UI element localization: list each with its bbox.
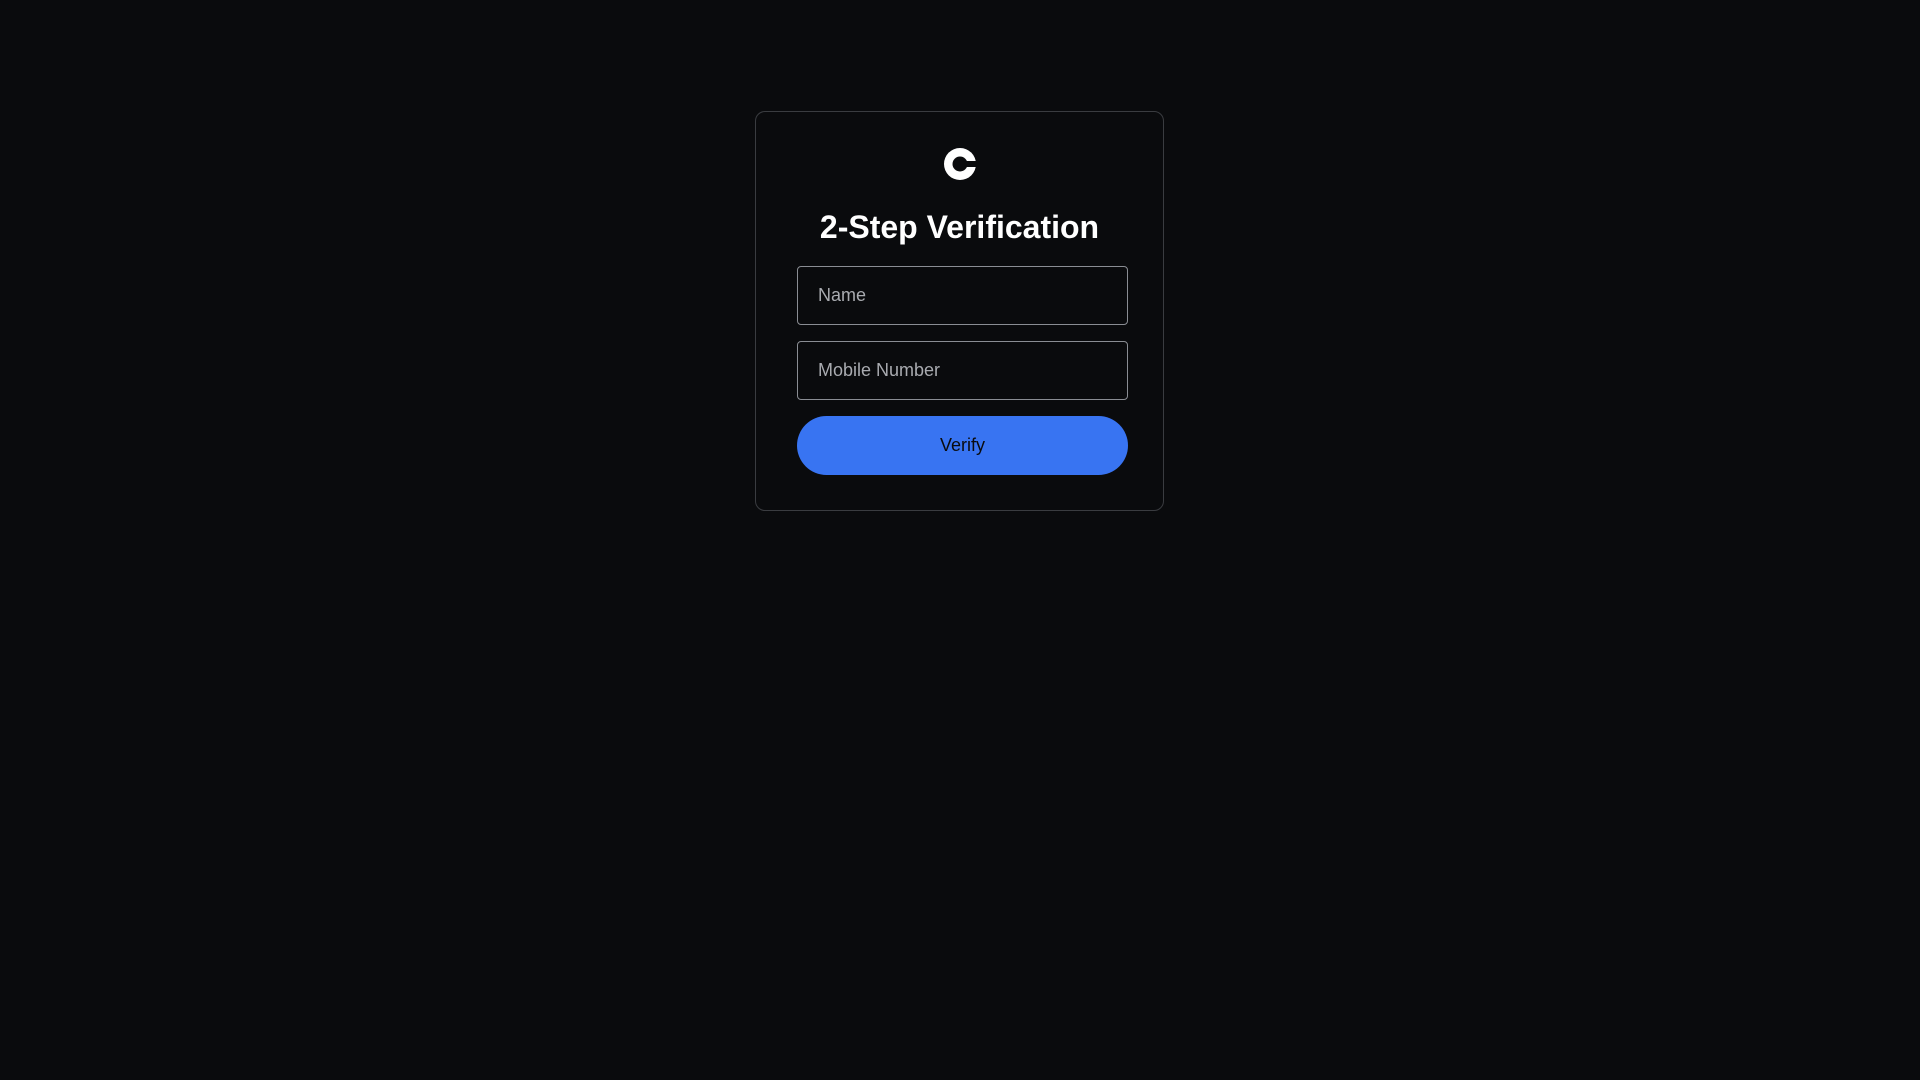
name-input[interactable] xyxy=(797,266,1128,325)
mobile-number-input[interactable] xyxy=(797,341,1128,400)
verification-card: 2-Step Verification Verify xyxy=(755,111,1164,511)
coinbase-logo-icon xyxy=(944,148,976,180)
page-title: 2-Step Verification xyxy=(819,209,1100,245)
verify-button[interactable]: Verify xyxy=(797,416,1128,475)
